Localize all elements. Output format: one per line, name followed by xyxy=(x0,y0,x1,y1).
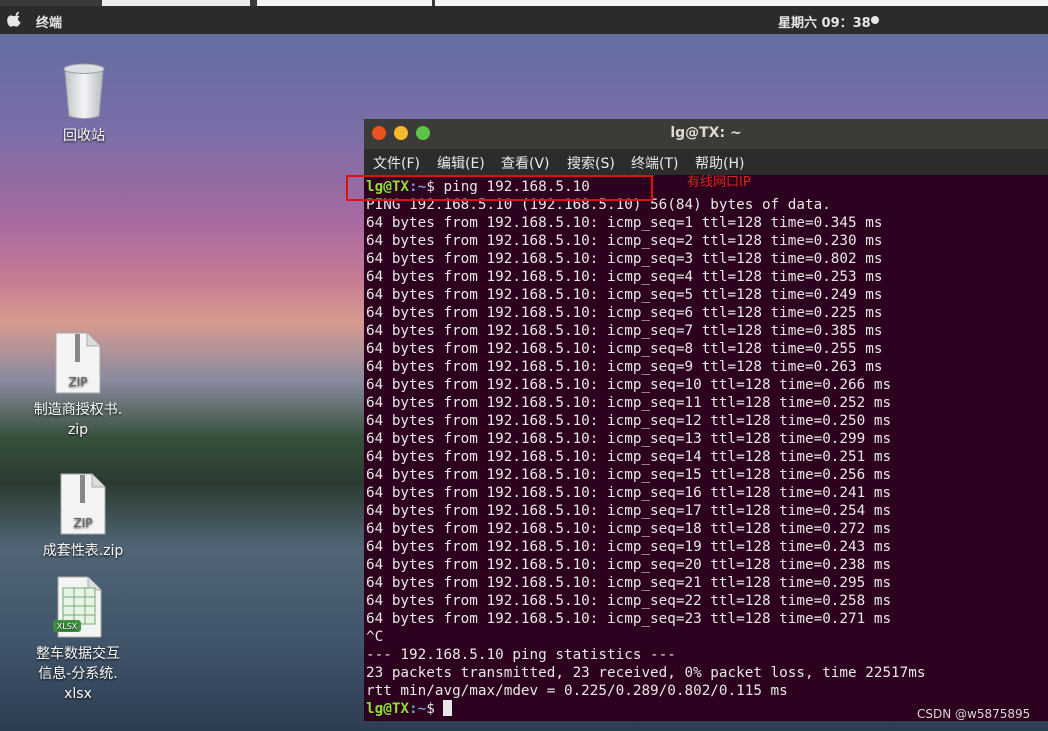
zip-badge: ZIP xyxy=(74,516,93,530)
file-label-line: 信息-分系统. xyxy=(38,666,118,682)
text-cursor xyxy=(443,700,453,716)
zip-file-icon: ZIP xyxy=(55,332,101,394)
annotation-label: 有线网口IP xyxy=(687,175,751,190)
ping-reply-line: 64 bytes from 192.168.5.10: icmp_seq=23 … xyxy=(366,611,892,627)
ping-reply-line: 64 bytes from 192.168.5.10: icmp_seq=8 t… xyxy=(366,341,883,357)
ping-reply-line: 64 bytes from 192.168.5.10: icmp_seq=1 t… xyxy=(366,215,883,231)
xlsx-badge: XLSX xyxy=(57,622,78,631)
menu-search[interactable]: 搜索(S) xyxy=(567,153,615,173)
ping-reply-line: 64 bytes from 192.168.5.10: icmp_seq=16 … xyxy=(366,485,892,501)
spreadsheet-file-icon: XLSX xyxy=(53,576,102,638)
ping-reply-line: 64 bytes from 192.168.5.10: icmp_seq=3 t… xyxy=(366,251,883,267)
annotation-highlight-box xyxy=(346,175,653,201)
prompt-path: :~ xyxy=(409,701,427,717)
ping-reply-line: 64 bytes from 192.168.5.10: icmp_seq=7 t… xyxy=(366,323,883,339)
zip-badge: ZIP xyxy=(69,375,88,389)
menu-help[interactable]: 帮助(H) xyxy=(695,153,744,173)
ping-reply-line: 64 bytes from 192.168.5.10: icmp_seq=20 … xyxy=(366,557,892,573)
trash-icon xyxy=(63,63,105,119)
desktop-file-zip-1[interactable]: ZIP 制造商授权书. zip xyxy=(26,332,130,440)
desktop-file-zip-2[interactable]: ZIP 成套性表.zip xyxy=(34,473,132,561)
watermark: CSDN @w5875895 xyxy=(917,707,1031,721)
file-label-line: 制造商授权书. xyxy=(33,402,123,418)
file-label-line: 整车数据交互 xyxy=(36,646,120,662)
desktop-file-xlsx[interactable]: XLSX 整车数据交互 信息-分系统. xlsx xyxy=(28,576,128,704)
ping-reply-line: 64 bytes from 192.168.5.10: icmp_seq=6 t… xyxy=(366,305,883,321)
stats-packets: 23 packets transmitted, 23 received, 0% … xyxy=(366,665,926,681)
menu-file[interactable]: 文件(F) xyxy=(373,153,420,173)
active-app-name[interactable]: 终端 xyxy=(36,12,62,31)
ping-reply-line: 64 bytes from 192.168.5.10: icmp_seq=9 t… xyxy=(366,359,883,375)
window-titlebar[interactable]: lg@TX: ~ xyxy=(364,119,1048,149)
ping-reply-line: 64 bytes from 192.168.5.10: icmp_seq=18 … xyxy=(366,521,892,537)
file-label-line: zip xyxy=(67,422,89,438)
stats-header: --- 192.168.5.10 ping statistics --- xyxy=(366,647,676,663)
top-bar: 终端 星期六 09：38 xyxy=(0,6,1048,34)
ping-reply-line: 64 bytes from 192.168.5.10: icmp_seq=15 … xyxy=(366,467,892,483)
prompt-symbol: $ xyxy=(426,701,444,717)
file-label-line: xlsx xyxy=(64,686,92,702)
zip-file-icon: ZIP xyxy=(60,473,106,535)
ping-reply-line: 64 bytes from 192.168.5.10: icmp_seq=22 … xyxy=(366,593,892,609)
ping-reply-line: 64 bytes from 192.168.5.10: icmp_seq=10 … xyxy=(366,377,892,393)
ping-reply-line: 64 bytes from 192.168.5.10: icmp_seq=4 t… xyxy=(366,269,883,285)
ping-reply-line: 64 bytes from 192.168.5.10: icmp_seq=21 … xyxy=(366,575,892,591)
status-dot-icon[interactable] xyxy=(871,16,879,24)
ping-reply-line: 64 bytes from 192.168.5.10: icmp_seq=17 … xyxy=(366,503,892,519)
ping-reply-line: 64 bytes from 192.168.5.10: icmp_seq=13 … xyxy=(366,431,892,447)
ping-reply-list: 64 bytes from 192.168.5.10: icmp_seq=1 t… xyxy=(366,214,1046,628)
window-title: lg@TX: ~ xyxy=(670,125,742,141)
menu-terminal[interactable]: 终端(T) xyxy=(631,153,678,173)
menu-view[interactable]: 查看(V) xyxy=(501,153,550,173)
ping-reply-line: 64 bytes from 192.168.5.10: icmp_seq=5 t… xyxy=(366,287,883,303)
interrupt-line: ^C xyxy=(366,629,384,645)
desktop-icon-trash[interactable]: 回收站 xyxy=(44,62,124,146)
terminal-output[interactable]: lg@TX:~$ ping 192.168.5.10 PING 192.168.… xyxy=(366,178,1046,718)
menu-edit[interactable]: 编辑(E) xyxy=(437,153,485,173)
ping-reply-line: 64 bytes from 192.168.5.10: icmp_seq=2 t… xyxy=(366,233,883,249)
apple-icon[interactable] xyxy=(7,11,23,27)
file-label-line: 成套性表.zip xyxy=(42,543,124,559)
prompt-user: lg@TX xyxy=(366,701,410,717)
clock[interactable]: 星期六 09：38 xyxy=(778,12,871,31)
ping-reply-line: 64 bytes from 192.168.5.10: icmp_seq=11 … xyxy=(366,395,892,411)
ping-reply-line: 64 bytes from 192.168.5.10: icmp_seq=19 … xyxy=(366,539,892,555)
ping-reply-line: 64 bytes from 192.168.5.10: icmp_seq=14 … xyxy=(366,449,892,465)
ping-reply-line: 64 bytes from 192.168.5.10: icmp_seq=12 … xyxy=(366,413,892,429)
stats-rtt: rtt min/avg/max/mdev = 0.225/0.289/0.802… xyxy=(366,683,788,699)
terminal-window[interactable]: lg@TX: ~ 文件(F) 编辑(E) 查看(V) 搜索(S) 终端(T) 帮… xyxy=(364,119,1048,721)
trash-label: 回收站 xyxy=(63,128,105,144)
